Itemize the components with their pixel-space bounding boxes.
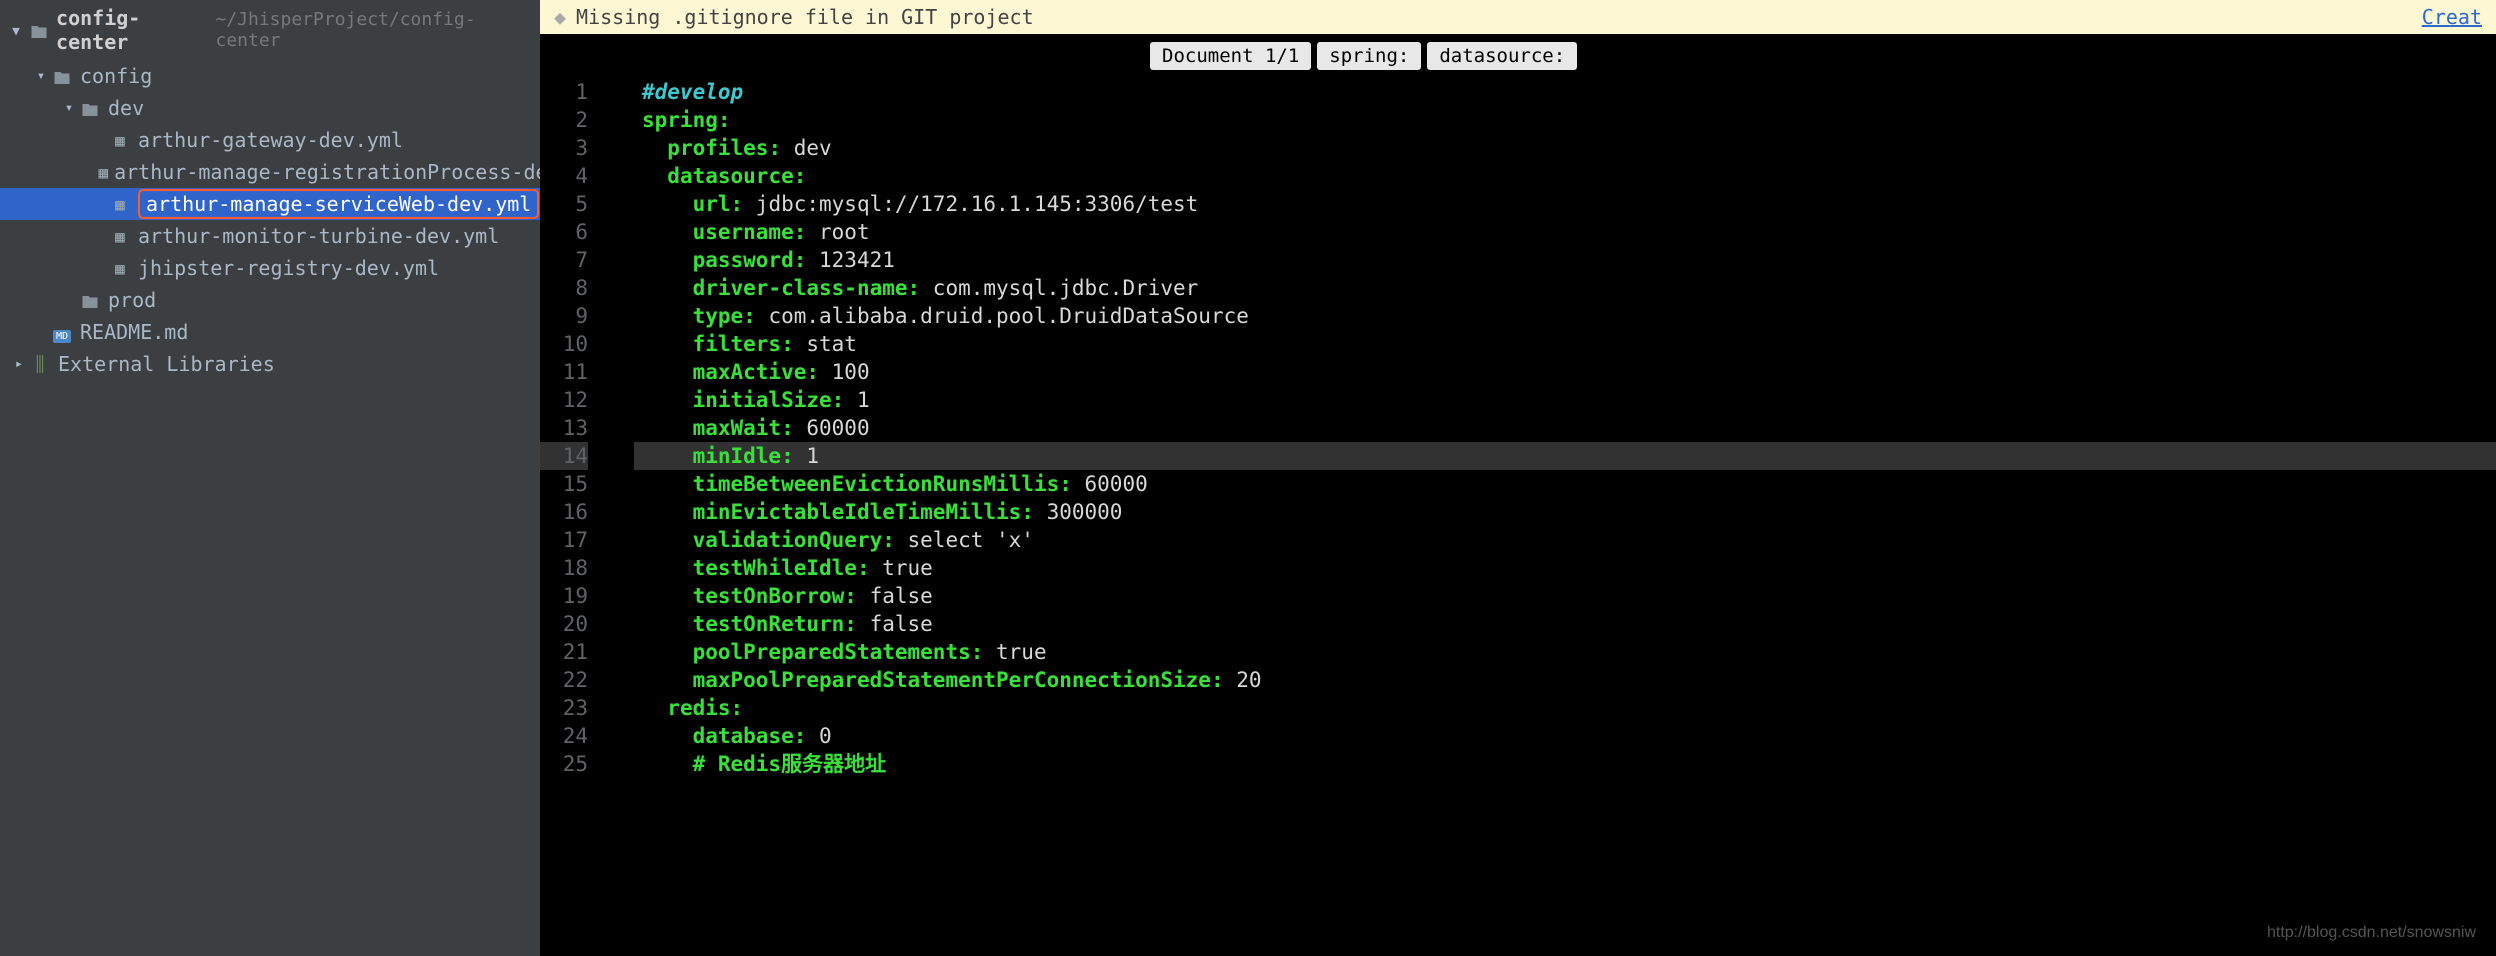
- banner-create-link[interactable]: Creat: [2422, 5, 2482, 29]
- breadcrumb[interactable]: ▾ config-center ~/JhisperProject/config-…: [0, 0, 540, 60]
- yml-file-icon: ▦: [108, 259, 132, 278]
- yml-file-icon: ▦: [108, 131, 132, 150]
- editor-main: ◆ Missing .gitignore file in GIT project…: [540, 0, 2496, 956]
- crumb-document[interactable]: Document 1/1: [1150, 42, 1311, 70]
- tree-file[interactable]: ▸ ▦ arthur-monitor-turbine-dev.yml: [0, 220, 540, 252]
- tree-file-readme[interactable]: ▸ MD README.md: [0, 316, 540, 348]
- crumb-datasource[interactable]: datasource:: [1427, 42, 1577, 70]
- yml-file-icon: ▦: [108, 227, 132, 246]
- chevron-right-icon: ▸: [10, 356, 28, 372]
- folder-icon: [30, 18, 48, 42]
- notification-banner: ◆ Missing .gitignore file in GIT project…: [540, 0, 2496, 34]
- chevron-down-icon: ▾: [60, 100, 78, 116]
- library-icon: ⫼: [28, 352, 52, 376]
- folder-icon: [78, 96, 102, 120]
- chevron-down-icon: ▾: [10, 18, 22, 42]
- fold-gutter: [602, 78, 634, 956]
- project-sidebar[interactable]: ▾ config-center ~/JhisperProject/config-…: [0, 0, 540, 956]
- tree-file-selected[interactable]: ▸ ▦ arthur-manage-serviceWeb-dev.yml: [0, 188, 540, 220]
- line-number-gutter: 1234567891011121314151617181920212223242…: [540, 78, 602, 956]
- tree-external-libraries[interactable]: ▸ ⫼ External Libraries: [0, 348, 540, 380]
- file-tree: ▾ config ▾ dev ▸ ▦ arthur-gateway-dev.ym…: [0, 60, 540, 380]
- tree-folder-prod[interactable]: ▸ prod: [0, 284, 540, 316]
- banner-message: Missing .gitignore file in GIT project: [576, 5, 2422, 29]
- folder-icon: [78, 288, 102, 312]
- yml-file-icon: ▦: [98, 163, 108, 182]
- editor-breadcrumbs: Document 1/1 spring: datasource:: [540, 34, 2496, 78]
- tree-file[interactable]: ▸ ▦ arthur-gateway-dev.yml: [0, 124, 540, 156]
- code-area[interactable]: #developspring: profiles: dev datasource…: [634, 78, 2496, 956]
- markdown-file-icon: MD: [50, 320, 74, 344]
- watermark: http://blog.csdn.net/snowsniw: [2267, 924, 2476, 942]
- code-editor[interactable]: 1234567891011121314151617181920212223242…: [540, 78, 2496, 956]
- folder-icon: [50, 64, 74, 88]
- tree-folder-dev[interactable]: ▾ dev: [0, 92, 540, 124]
- crumb-spring[interactable]: spring:: [1317, 42, 1421, 70]
- project-path: ~/JhisperProject/config-center: [215, 9, 530, 51]
- tree-file[interactable]: ▸ ▦ arthur-manage-registrationProcess-de…: [0, 156, 540, 188]
- tree-file[interactable]: ▸ ▦ jhipster-registry-dev.yml: [0, 252, 540, 284]
- tree-folder-config[interactable]: ▾ config: [0, 60, 540, 92]
- diamond-icon: ◆: [554, 5, 566, 29]
- yml-file-icon: ▦: [108, 195, 132, 214]
- project-name: config-center: [56, 6, 207, 54]
- chevron-down-icon: ▾: [32, 68, 50, 84]
